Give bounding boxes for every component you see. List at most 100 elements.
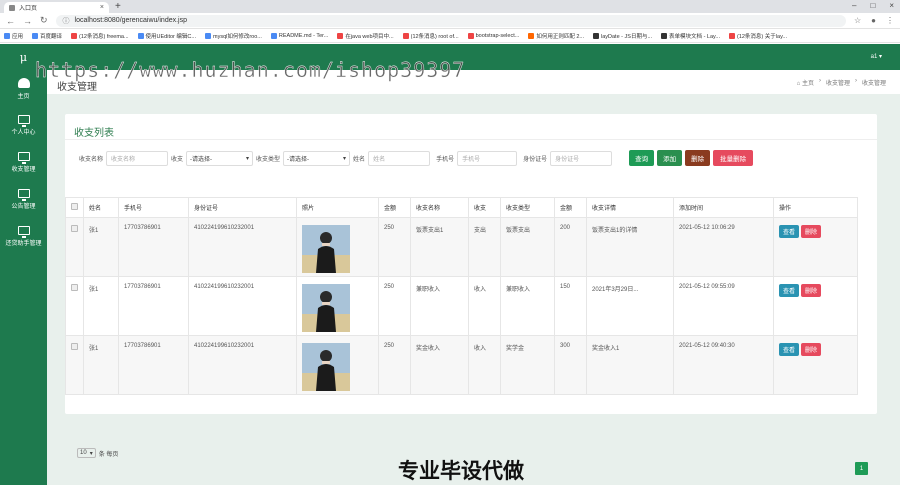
forward-icon[interactable]: → — [23, 16, 32, 26]
address-bar: ← → ↻ ⓘ localhost:8080/gerencaiwu/index.… — [0, 13, 900, 29]
bookmark-item[interactable]: 表单模块文档 - Lay... — [661, 32, 720, 40]
sidebar-item-profile[interactable]: 个人中心 — [0, 107, 47, 144]
table-cell-detail: 奖金收入1 — [586, 335, 674, 395]
bookmark-item[interactable]: (12条消息) freema... — [71, 32, 129, 40]
browser-tab-bar: 入口页 × + – □ × — [0, 0, 900, 13]
row-select-cell — [65, 276, 84, 336]
sidebar: μ 主页 个人中心 收支管理 公告管理 还贷助手管理 — [0, 44, 47, 485]
bookmark-label: 应用 — [12, 33, 24, 40]
url-text: localhost:8080/gerencaiwu/index.jsp — [74, 17, 188, 24]
row-delete-button[interactable]: 删除 — [801, 284, 822, 297]
row-delete-button[interactable]: 删除 — [801, 343, 822, 356]
table-cell-id: 410224199610232001 — [188, 217, 297, 277]
row-delete-button[interactable]: 删除 — [801, 225, 822, 238]
breadcrumb-item[interactable]: 收支管理 — [826, 78, 850, 87]
bookmark-item[interactable]: 在java web项目中... — [337, 32, 394, 40]
monitor-icon — [17, 115, 30, 127]
add-button[interactable]: 添加 — [657, 150, 683, 166]
monitor-icon — [17, 189, 30, 201]
person-label: 姓名 — [353, 156, 366, 163]
bookmark-label: mysql如何修改roo... — [212, 33, 262, 40]
chevron-down-icon: ▾ — [89, 450, 93, 457]
table-cell-id: 410224199610232001 — [188, 276, 297, 336]
table-cell-item-name: 奖金收入 — [410, 335, 469, 395]
bookmark-label: (12条消息) freema... — [79, 33, 129, 40]
url-input[interactable]: ⓘ localhost:8080/gerencaiwu/index.jsp — [55, 14, 846, 27]
bookmark-item[interactable]: README.md - Ter... — [270, 32, 328, 39]
table-cell-item-name: 兼职收入 — [410, 276, 469, 336]
bookmark-item[interactable]: (12条消息) 关于lay... — [728, 32, 787, 40]
photo-thumbnail — [302, 225, 350, 273]
view-button[interactable]: 查看 — [779, 343, 800, 356]
column-header: 手机号 — [118, 197, 189, 218]
search-button[interactable]: 查询 — [629, 150, 655, 166]
bookmark-item[interactable]: (12条消息) root of... — [402, 32, 459, 40]
watermark-text: https://www.huzhan.com/ishop39397 — [35, 58, 466, 82]
bookmark-item[interactable]: 百度翻译 — [32, 32, 62, 40]
view-button[interactable]: 查看 — [779, 284, 800, 297]
column-header: 金额 — [378, 197, 411, 218]
maximize-icon[interactable]: □ — [870, 1, 875, 10]
close-tab-icon[interactable]: × — [100, 4, 104, 11]
reload-icon[interactable]: ↻ — [40, 15, 48, 26]
bookmark-item[interactable]: 如何用正则匹配 2... — [528, 32, 584, 40]
sidebar-item-loan[interactable]: 还贷助手管理 — [0, 218, 47, 255]
row-checkbox[interactable] — [71, 225, 78, 232]
name-input[interactable]: 收支名称 — [106, 150, 169, 166]
table-cell-type: 收入 — [468, 276, 501, 336]
sidebar-item-finance[interactable]: 收支管理 — [0, 144, 47, 181]
page-size-value: 10 — [80, 450, 87, 456]
sidebar-item-label: 个人中心 — [11, 130, 36, 136]
type-select[interactable]: -请选择- ▾ — [186, 150, 254, 166]
browser-tab[interactable]: 入口页 × — [4, 2, 109, 13]
column-header: 照片 — [296, 197, 379, 218]
phone-input[interactable]: 手机号 — [457, 150, 518, 166]
data-table: 姓名 手机号 身份证号 照片 金额 收支名称 收支 收支类型 金额 收支详情 添… — [65, 197, 858, 395]
category-label: 收支类型 — [256, 156, 281, 163]
page-size-control: 10 ▾ 条 每页 — [77, 448, 118, 458]
minimize-icon[interactable]: – — [852, 1, 856, 10]
person-input[interactable]: 姓名 — [368, 150, 431, 166]
sidebar-item-notice[interactable]: 公告管理 — [0, 181, 47, 218]
bookmark-favicon-icon — [661, 32, 668, 39]
table-cell-category: 兼职收入 — [500, 276, 555, 336]
star-icon[interactable]: ☆ — [854, 16, 861, 25]
sidebar-item-label: 收支管理 — [11, 167, 36, 173]
bookmark-item[interactable]: mysql如何修改roo... — [204, 32, 262, 40]
bookmark-item[interactable]: bootstrap-select... — [467, 32, 519, 39]
sidebar-item-label: 公告管理 — [11, 204, 36, 210]
table-cell-detail: 2021年3月29日... — [586, 276, 674, 336]
name-label: 收支名称 — [79, 156, 104, 163]
bookmark-label: 百度翻译 — [40, 33, 63, 40]
column-header: 收支 — [468, 197, 501, 218]
close-window-icon[interactable]: × — [889, 1, 894, 10]
row-checkbox[interactable] — [71, 284, 78, 291]
bookmark-favicon-icon — [4, 32, 10, 39]
page-button-current[interactable]: 1 — [855, 462, 868, 475]
bookmark-label: 在java web项目中... — [345, 33, 394, 40]
view-button[interactable]: 查看 — [779, 225, 800, 238]
category-select[interactable]: -请选择- ▾ — [283, 150, 351, 166]
table-cell-name: 张1 — [83, 276, 119, 336]
back-icon[interactable]: ← — [6, 16, 15, 26]
phone-label: 手机号 — [436, 156, 455, 163]
select-all-header[interactable] — [65, 197, 84, 218]
page-size-select[interactable]: 10 ▾ — [77, 448, 96, 458]
batch-delete-button[interactable]: 批量删除 — [713, 150, 754, 166]
sidebar-item-label: 还贷助手管理 — [5, 241, 42, 247]
select-all-checkbox[interactable] — [71, 203, 78, 210]
breadcrumb-separator: › — [854, 78, 857, 84]
bookmark-item[interactable]: 使用UEditor 编辑C... — [137, 32, 196, 40]
profile-icon[interactable]: ● — [871, 16, 876, 25]
type-select-value: -请选择- — [190, 156, 213, 163]
new-tab-icon[interactable]: + — [115, 2, 121, 13]
menu-icon[interactable]: ⋮ — [886, 16, 894, 25]
bookmark-favicon-icon — [71, 32, 78, 39]
user-menu[interactable]: a1 ▾ — [871, 53, 882, 60]
delete-button[interactable]: 删除 — [685, 150, 711, 166]
row-checkbox[interactable] — [71, 343, 78, 350]
bookmark-item[interactable]: layDate - JS日期与... — [593, 32, 652, 40]
bookmark-item[interactable]: 应用 — [4, 32, 23, 40]
id-input[interactable]: 身份证号 — [550, 150, 613, 166]
breadcrumb-home[interactable]: ⌂ 主页 — [797, 78, 814, 87]
